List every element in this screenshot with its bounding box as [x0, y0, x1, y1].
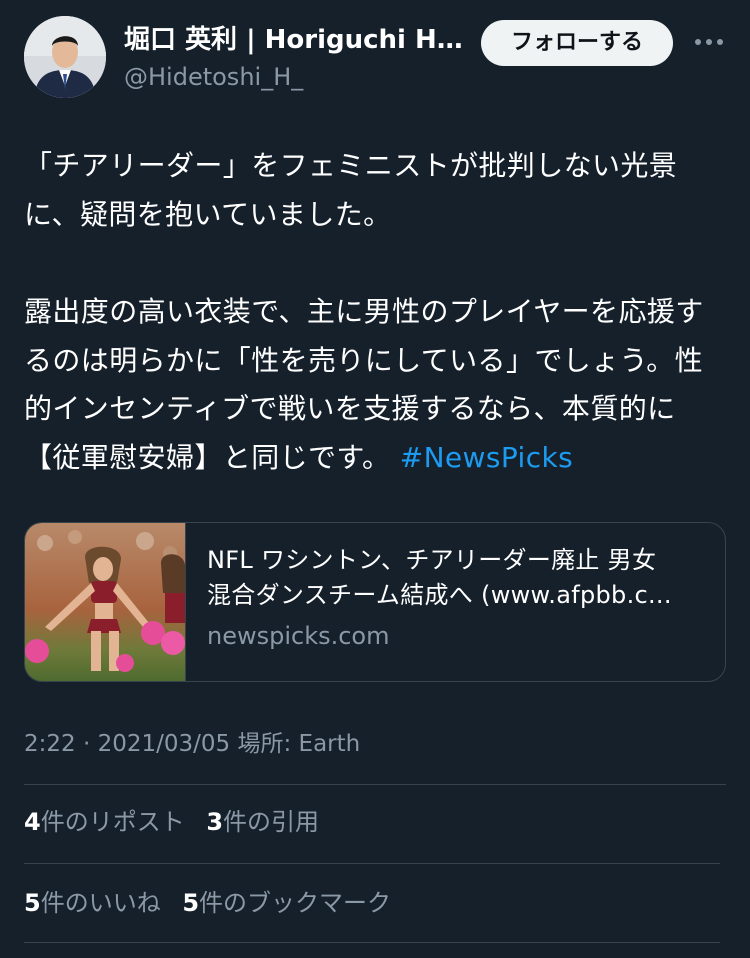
user-handle[interactable]: @Hidetoshi_H_	[124, 60, 464, 94]
display-name[interactable]: 堀口 英利 | Horiguchi Hi...	[124, 22, 464, 58]
follow-button[interactable]: フォローする	[481, 20, 673, 66]
card-thumbnail	[25, 523, 186, 681]
card-title: NFL ワシントン、チアリーダー廃止 男女 混合ダンスチーム結成へ (www.a…	[207, 543, 707, 613]
tweet-time[interactable]: 2:22	[24, 731, 76, 757]
quotes-stat[interactable]: 3件の引用	[206, 805, 319, 839]
profile-photo-icon	[24, 16, 106, 98]
tweet-paragraph-2-text: 露出度の高い衣装で、主に男性のプレイヤーを応援するのは明らかに「性を売りにしてい…	[24, 295, 704, 474]
reposts-stat[interactable]: 4件のリポスト	[24, 805, 185, 839]
avatar[interactable]	[24, 16, 106, 98]
stats-row-likes: 5件のいいね 5件のブックマーク	[24, 886, 405, 920]
meta-separator: ·	[82, 731, 91, 757]
more-horizontal-icon[interactable]	[692, 29, 726, 55]
link-card[interactable]: NFL ワシントン、チアリーダー廃止 男女 混合ダンスチーム結成へ (www.a…	[24, 522, 726, 682]
bookmarks-stat[interactable]: 5件のブックマーク	[182, 886, 391, 920]
tweet-text: 「チアリーダー」をフェミニストが批判しない光景に、疑問を抱いていました。 露出度…	[24, 142, 724, 482]
tweet-paragraph-2: 露出度の高い衣装で、主に男性のプレイヤーを応援するのは明らかに「性を売りにしてい…	[24, 288, 724, 482]
card-title-line-1: NFL ワシントン、チアリーダー廃止 男女	[207, 546, 657, 574]
card-domain: newspicks.com	[207, 622, 390, 650]
hashtag-link[interactable]: #NewsPicks	[400, 441, 573, 474]
divider	[24, 942, 720, 943]
user-info: 堀口 英利 | Horiguchi Hi... @Hidetoshi_H_	[124, 22, 464, 94]
stats-row-reposts: 4件のリポスト 3件の引用	[24, 805, 333, 839]
likes-stat[interactable]: 5件のいいね	[24, 886, 161, 920]
tweet-location: 場所: Earth	[237, 731, 361, 757]
divider	[24, 784, 726, 785]
tweet-meta: 2:22 · 2021/03/05 場所: Earth	[24, 728, 360, 760]
tweet-date[interactable]: 2021/03/05	[98, 731, 231, 757]
card-body: NFL ワシントン、チアリーダー廃止 男女 混合ダンスチーム結成へ (www.a…	[207, 543, 707, 653]
card-title-line-2: 混合ダンスチーム結成へ (www.afpbb.c...	[207, 581, 672, 609]
tweet-paragraph-1: 「チアリーダー」をフェミニストが批判しない光景に、疑問を抱いていました。	[24, 149, 678, 231]
cheerleader-image-icon	[25, 523, 185, 681]
tweet-header: 堀口 英利 | Horiguchi Hi... @Hidetoshi_H_ フォ…	[24, 16, 726, 100]
divider	[24, 863, 720, 864]
